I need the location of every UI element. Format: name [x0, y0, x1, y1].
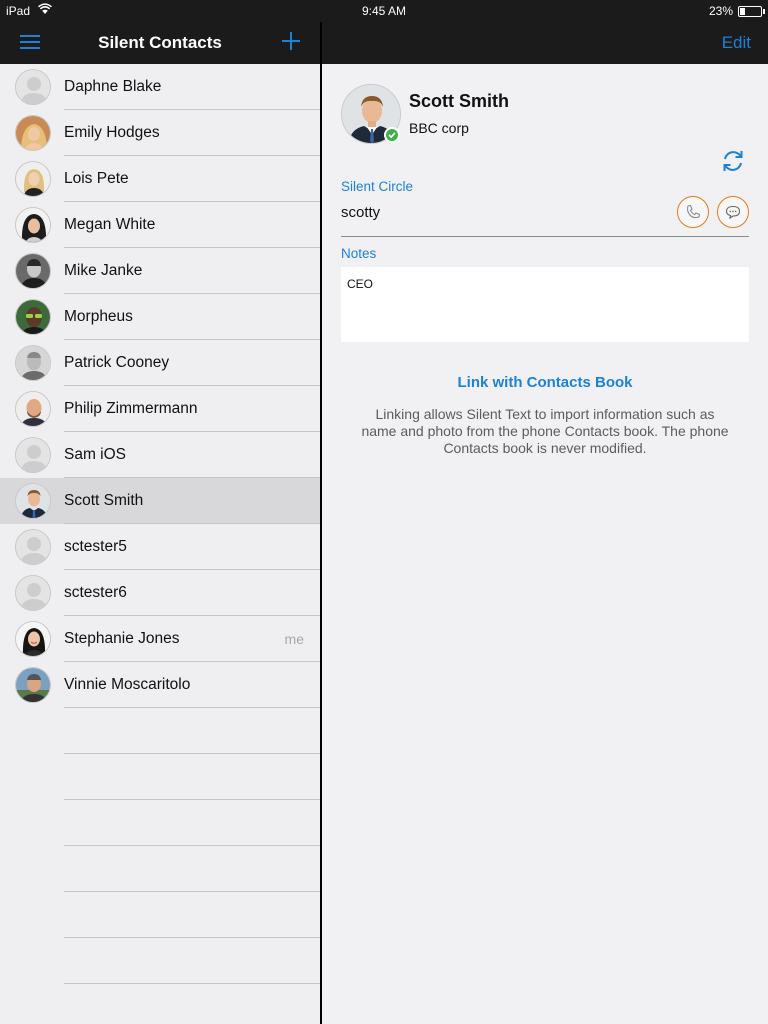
- add-contact-button[interactable]: [282, 32, 300, 50]
- contact-name: Scott Smith: [64, 492, 144, 509]
- edit-button[interactable]: Edit: [722, 33, 751, 53]
- link-contacts-book-button[interactable]: Link with Contacts Book: [322, 374, 768, 391]
- contact-row[interactable]: Stephanie Jones me: [0, 616, 320, 662]
- avatar: [15, 667, 51, 703]
- contacts-pane: Silent Contacts Daphne Blake Emily Hodges…: [0, 0, 320, 1024]
- detail-navbar: Edit: [322, 22, 768, 64]
- avatar: [15, 161, 51, 197]
- contact-name: Philip Zimmermann: [64, 400, 198, 417]
- contact-name: Stephanie Jones: [64, 630, 180, 647]
- avatar: [15, 575, 51, 611]
- empty-row: [0, 800, 320, 846]
- empty-row: [0, 708, 320, 754]
- phone-icon: [686, 204, 701, 219]
- battery-icon: [738, 6, 762, 17]
- contact-name: Morpheus: [64, 308, 133, 325]
- battery-percent: 23%: [708, 4, 733, 18]
- avatar: [15, 207, 51, 243]
- message-button[interactable]: [717, 196, 749, 228]
- contact-row[interactable]: sctester5: [0, 524, 320, 570]
- empty-list-rows: [0, 708, 320, 1024]
- contact-row[interactable]: Megan White: [0, 202, 320, 248]
- empty-row: [0, 984, 320, 1024]
- check-icon: [388, 132, 396, 139]
- contact-row[interactable]: Mike Janke: [0, 248, 320, 294]
- status-time: 9:45 AM: [361, 4, 407, 18]
- avatar: [15, 345, 51, 381]
- contact-name: Lois Pete: [64, 170, 129, 187]
- avatar: [15, 115, 51, 151]
- status-bar: iPad 9:45 AM 23%: [0, 0, 768, 22]
- contact-name: Megan White: [64, 216, 156, 233]
- contact-row[interactable]: Vinnie Moscaritolo: [0, 662, 320, 708]
- contact-row[interactable]: Lois Pete: [0, 156, 320, 202]
- silent-circle-username: scotty: [341, 204, 381, 221]
- contact-row[interactable]: Sam iOS: [0, 432, 320, 478]
- contact-row[interactable]: Patrick Cooney: [0, 340, 320, 386]
- silent-circle-label: Silent Circle: [341, 179, 414, 194]
- notes-text: CEO: [347, 277, 374, 291]
- avatar: [15, 621, 51, 657]
- contact-company: BBC corp: [409, 120, 469, 136]
- battery-level: [740, 8, 745, 15]
- avatar: [15, 69, 51, 105]
- contact-name: Sam iOS: [64, 446, 127, 463]
- contact-row[interactable]: sctester6: [0, 570, 320, 616]
- contact-name: sctester5: [64, 538, 127, 555]
- contacts-navbar: Silent Contacts: [0, 22, 320, 64]
- link-description: Linking allows Silent Text to import inf…: [361, 406, 729, 456]
- contact-detail-pane: Edit Scott Smith BBC corp Silent Circle …: [322, 0, 768, 1024]
- contact-name: sctester6: [64, 584, 127, 601]
- contact-name: Mike Janke: [64, 262, 143, 279]
- contact-list: Daphne Blake Emily Hodges Lois Pete Megan W…: [0, 64, 320, 708]
- contacts-title: Silent Contacts: [98, 33, 222, 52]
- battery-cap: [763, 9, 765, 14]
- avatar: [15, 529, 51, 565]
- empty-row: [0, 754, 320, 800]
- avatar: [15, 299, 51, 335]
- empty-row: [0, 938, 320, 984]
- contact-row[interactable]: Emily Hodges: [0, 110, 320, 156]
- contact-name: Patrick Cooney: [64, 354, 170, 371]
- empty-row: [0, 846, 320, 892]
- contact-row[interactable]: Philip Zimmermann: [0, 386, 320, 432]
- contact-row[interactable]: Daphne Blake: [0, 64, 320, 110]
- contact-name: Daphne Blake: [64, 78, 162, 95]
- refresh-icon[interactable]: [720, 148, 746, 174]
- contact-name: Scott Smith: [409, 91, 510, 111]
- call-button[interactable]: [677, 196, 709, 228]
- me-tag: me: [284, 631, 304, 647]
- contact-row[interactable]: Morpheus: [0, 294, 320, 340]
- online-status-badge: [384, 127, 400, 143]
- contact-row[interactable]: Scott Smith: [0, 478, 320, 524]
- avatar: [15, 483, 51, 519]
- empty-row: [0, 892, 320, 938]
- avatar: [15, 437, 51, 473]
- avatar: [15, 391, 51, 427]
- username-underline: [341, 236, 749, 237]
- contact-name: Vinnie Moscaritolo: [64, 676, 191, 693]
- chat-bubble-icon: [725, 205, 741, 220]
- contact-name: Emily Hodges: [64, 124, 160, 141]
- notes-label: Notes: [341, 246, 377, 261]
- notes-field[interactable]: CEO: [341, 267, 749, 342]
- avatar: [15, 253, 51, 289]
